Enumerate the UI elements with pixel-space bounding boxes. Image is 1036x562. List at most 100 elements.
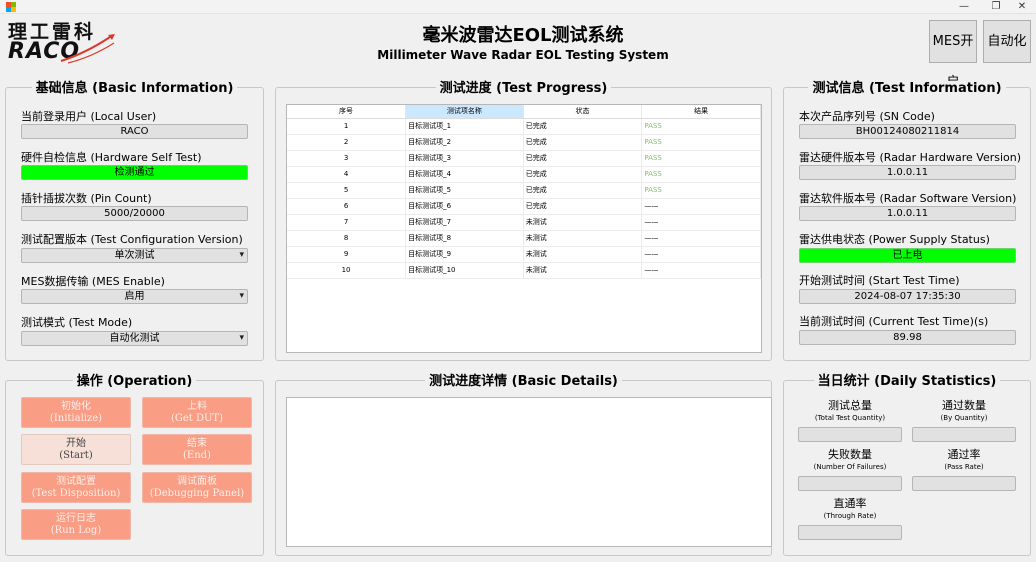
- cell-status: 未测试: [523, 246, 643, 263]
- get-dut-button-cn: 上料: [187, 401, 207, 412]
- get-dut-button[interactable]: 上料 (Get DUT): [142, 397, 252, 428]
- details-title: 测试进度详情 (Basic Details): [425, 374, 622, 389]
- pass-rate-label: 通过率: [947, 448, 981, 461]
- test-disposition-button[interactable]: 测试配置 (Test Disposition): [21, 472, 131, 503]
- power-status-field: 已上电: [799, 248, 1016, 263]
- hw-version-label: 雷达硬件版本号 (Radar Hardware Version): [799, 151, 1022, 164]
- start-button[interactable]: 开始 (Start): [21, 434, 131, 465]
- app-icon: [6, 2, 16, 12]
- run-log-button[interactable]: 运行日志 (Run Log): [21, 509, 131, 540]
- end-button[interactable]: 结束 (End): [142, 434, 252, 465]
- cell-name: 目标测试项_10: [405, 262, 524, 279]
- pass-quantity-sublabel: (By Quantity): [940, 414, 988, 422]
- hw-version-field: 1.0.0.11: [799, 165, 1016, 180]
- app-title: 毫米波雷达EOL测试系统: [422, 25, 624, 46]
- failures-field: [798, 476, 902, 491]
- cell-name: 目标测试项_6: [405, 198, 524, 215]
- table-row[interactable]: 6 目标测试项_6 已完成 ——: [287, 198, 761, 215]
- failures-sublabel: (Number Of Failures): [813, 463, 887, 471]
- cell-result: PASS: [641, 134, 761, 151]
- cell-status: 已完成: [523, 198, 643, 215]
- cell-name: 目标测试项_4: [405, 166, 524, 183]
- debugging-panel-button[interactable]: 调试面板 (Debugging Panel): [142, 472, 252, 503]
- mes-on-button[interactable]: MES开启: [929, 20, 977, 90]
- mes-enable-select[interactable]: 启用: [21, 289, 248, 304]
- cell-index: 1: [287, 118, 407, 135]
- basic-info-title: 基础信息 (Basic Information): [31, 81, 238, 96]
- cell-status: 已完成: [523, 182, 643, 199]
- test-config-select[interactable]: 单次测试: [21, 248, 248, 263]
- table-row[interactable]: 8 目标测试项_8 未测试 ——: [287, 230, 761, 247]
- cell-result: PASS: [641, 118, 761, 135]
- table-row[interactable]: 9 目标测试项_9 未测试 ——: [287, 246, 761, 263]
- progress-table-container[interactable]: 序号 测试项名称 状态 结果 1 目标测试项_1 已完成 PASS 2 目标测试项_2 已…: [286, 104, 762, 353]
- sn-code-field: BH00124080211814: [799, 124, 1016, 139]
- cell-index: 6: [287, 198, 407, 215]
- cell-name: 目标测试项_8: [405, 230, 524, 247]
- start-button-en: (Start): [59, 450, 93, 461]
- window-titlebar: — ❐ ✕: [0, 0, 1036, 14]
- details-textarea[interactable]: [286, 397, 772, 547]
- pin-count-label: 插针插拔次数 (Pin Count): [21, 192, 152, 205]
- current-time-label: 当前测试时间 (Current Test Time)(s): [799, 315, 989, 328]
- mes-enable-label: MES数据传输 (MES Enable): [21, 275, 165, 288]
- table-row[interactable]: 3 目标测试项_3 已完成 PASS: [287, 150, 761, 167]
- table-row[interactable]: 5 目标测试项_5 已完成 PASS: [287, 182, 761, 199]
- cell-result: ——: [641, 262, 761, 279]
- col-header-result[interactable]: 结果: [641, 105, 761, 119]
- through-rate-field: [798, 525, 902, 540]
- company-logo: 理工雷科 RACO: [6, 17, 126, 67]
- close-button[interactable]: ✕: [1008, 0, 1036, 14]
- cell-result: ——: [641, 246, 761, 263]
- cell-index: 3: [287, 150, 407, 167]
- col-header-index[interactable]: 序号: [287, 105, 407, 119]
- total-quantity-label: 测试总量: [828, 399, 872, 412]
- cell-name: 目标测试项_3: [405, 150, 524, 167]
- current-time-field: 89.98: [799, 330, 1016, 345]
- test-mode-select[interactable]: 自动化测试: [21, 331, 248, 346]
- minimize-button[interactable]: —: [950, 0, 978, 14]
- run-log-button-en: (Run Log): [50, 525, 102, 536]
- table-row[interactable]: 4 目标测试项_4 已完成 PASS: [287, 166, 761, 183]
- cell-result: PASS: [641, 166, 761, 183]
- cell-result: ——: [641, 198, 761, 215]
- hw-self-test-label: 硬件自检信息 (Hardware Self Test): [21, 151, 202, 164]
- col-header-name[interactable]: 测试项名称: [405, 105, 524, 119]
- test-mode-label: 测试模式 (Test Mode): [21, 316, 133, 329]
- through-rate-sublabel: (Through Rate): [823, 512, 877, 520]
- through-rate-label: 直通率: [833, 497, 867, 510]
- table-row[interactable]: 7 目标测试项_7 未测试 ——: [287, 214, 761, 231]
- cell-status: 已完成: [523, 166, 643, 183]
- automation-button[interactable]: 自动化: [983, 20, 1031, 63]
- cell-status: 未测试: [523, 230, 643, 247]
- cell-name: 目标测试项_5: [405, 182, 524, 199]
- start-time-label: 开始测试时间 (Start Test Time): [799, 274, 960, 287]
- start-time-field: 2024-08-07 17:35:30: [799, 289, 1016, 304]
- test-config-label: 测试配置版本 (Test Configuration Version): [21, 233, 243, 246]
- total-quantity-field: [798, 427, 902, 442]
- table-row[interactable]: 2 目标测试项_2 已完成 PASS: [287, 134, 761, 151]
- table-row[interactable]: 10 目标测试项_10 未测试 ——: [287, 262, 761, 279]
- col-header-status[interactable]: 状态: [523, 105, 643, 119]
- total-quantity-sublabel: (Total Test Quantity): [814, 414, 886, 422]
- pass-rate-field: [912, 476, 1016, 491]
- cell-result: ——: [641, 214, 761, 231]
- restore-button[interactable]: ❐: [982, 0, 1010, 14]
- initialize-button[interactable]: 初始化 (Initialize): [21, 397, 131, 428]
- debugging-panel-button-cn: 调试面板: [177, 476, 217, 487]
- hw-self-test-status: 检测通过: [21, 165, 248, 180]
- table-row[interactable]: 1 目标测试项_1 已完成 PASS: [287, 118, 761, 135]
- cell-status: 已完成: [523, 134, 643, 151]
- cell-index: 7: [287, 214, 407, 231]
- cell-status: 未测试: [523, 214, 643, 231]
- local-user-field: RACO: [21, 124, 248, 139]
- details-panel: 测试进度详情 (Basic Details): [275, 374, 772, 556]
- run-log-button-cn: 运行日志: [56, 513, 96, 524]
- get-dut-button-en: (Get DUT): [170, 413, 224, 424]
- cell-result: PASS: [641, 150, 761, 167]
- test-disposition-button-en: (Test Disposition): [31, 488, 121, 499]
- pin-count-field: 5000/20000: [21, 206, 248, 221]
- test-info-panel: 测试信息 (Test Information) 本次产品序列号 (SN Code…: [783, 81, 1031, 361]
- initialize-button-en: (Initialize): [49, 413, 103, 424]
- pass-quantity-label: 通过数量: [942, 399, 986, 412]
